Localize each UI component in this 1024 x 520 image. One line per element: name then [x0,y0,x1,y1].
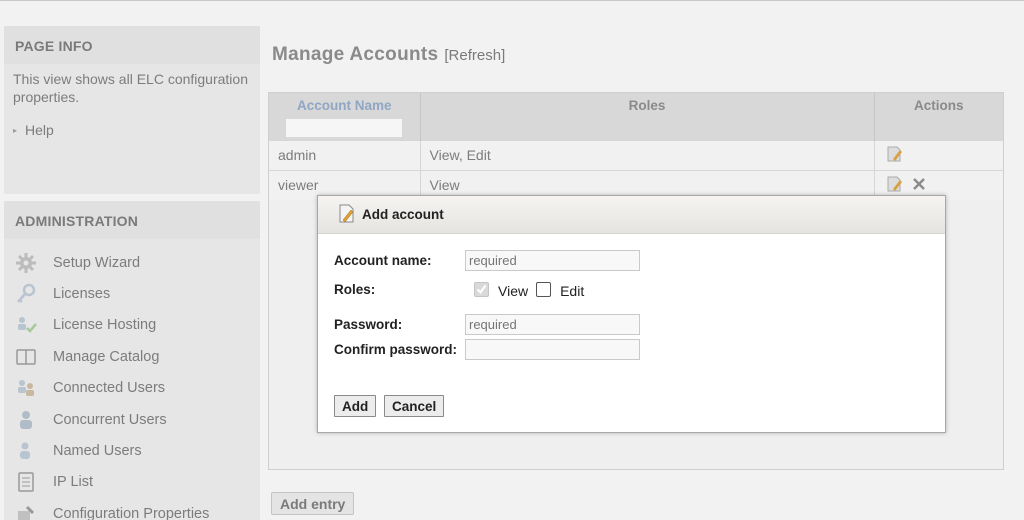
form-row-account-name: Account name: [334,250,640,271]
sidebar-item-manage-catalog[interactable]: Manage Catalog [4,341,260,372]
sidebar-item-label: Setup Wizard [53,254,141,271]
confirm-password-input[interactable] [465,339,640,360]
sidebar-item-label: Concurrent Users [53,411,167,428]
sidebar-item-setup-wizard[interactable]: Setup Wizard [4,247,260,278]
table-row: admin View, Edit [269,139,1003,170]
sidebar-item-label: Manage Catalog [53,348,160,365]
accounts-table: Account Name Roles Actions admin View, E… [269,93,1003,200]
edit-role-label: Edit [560,283,585,299]
key-icon [14,283,38,305]
main-header: Manage Accounts [Refresh] [268,26,1008,91]
dialog-header[interactable]: Add account [318,196,945,234]
cell-roles: View, Edit [420,139,875,170]
book-icon [14,346,38,368]
column-header-label: Account Name [296,98,392,113]
view-role-label: View [498,283,529,299]
named-user-icon [14,440,38,462]
roles-label: Roles: [334,281,376,297]
edit-icon[interactable] [885,174,905,197]
view-role-checkbox[interactable] [474,281,489,297]
add-button[interactable]: Add [334,395,377,417]
sidebar-item-label: Connected Users [53,380,166,397]
gear-icon [14,252,38,274]
main-content: Manage Accounts [Refresh] Account Name R… [268,26,1008,515]
config-icon [14,503,38,520]
admin-nav-list: Setup Wizard Licenses License Hosting Ma… [4,239,260,520]
add-account-icon [338,203,356,226]
sidebar-item-license-hosting[interactable]: License Hosting [4,310,260,341]
sidebar-item-ip-list[interactable]: IP List [4,467,260,498]
sidebar-item-concurrent-users[interactable]: Concurrent Users [4,404,260,435]
sidebar-item-connected-users[interactable]: Connected Users [4,373,260,404]
sidebar-item-label: Configuration Properties [53,505,210,520]
sidebar-item-label: License Hosting [53,317,157,334]
sidebar-item-named-users[interactable]: Named Users [4,435,260,466]
column-header-actions: Actions [874,93,1003,140]
cancel-button[interactable]: Cancel [384,395,445,417]
edit-role-checkbox[interactable] [536,281,552,297]
help-link[interactable]: ▸ Help [4,106,260,138]
cell-account-name: admin [269,139,421,170]
users-icon [14,377,38,399]
administration-panel: ADMINISTRATION Setup Wizard Licenses Lic… [4,201,260,520]
page-info-panel: PAGE INFO This view shows all ELC config… [4,26,260,194]
column-header-account-name[interactable]: Account Name [269,93,421,140]
account-name-label: Account name: [334,253,432,268]
confirm-password-label: Confirm password: [334,342,458,357]
cell-actions [874,139,1003,170]
form-row-roles: Roles: View Edit [334,281,592,299]
sidebar-item-configuration-properties[interactable]: Configuration Properties [4,498,260,520]
add-entry-button[interactable]: Add entry [271,492,355,515]
account-name-filter-input[interactable] [285,118,404,138]
page-title: Manage Accounts [272,44,439,65]
sidebar-item-licenses[interactable]: Licenses [4,278,260,309]
password-label: Password: [334,317,403,332]
column-header-roles: Roles [420,93,875,140]
sidebar-item-label: IP List [53,474,94,491]
help-label: Help [25,122,54,138]
form-row-confirm-password: Confirm password: [334,339,640,360]
sidebar-item-label: Named Users [53,443,142,460]
sidebar: PAGE INFO This view shows all ELC config… [4,26,260,520]
triangle-right-icon: ▸ [13,125,18,135]
delete-icon[interactable] [911,176,927,195]
concurrent-users-icon [14,409,38,431]
page-info-description: This view shows all ELC configuration pr… [13,71,248,105]
list-icon [14,471,38,493]
refresh-link[interactable]: [Refresh] [444,47,505,64]
sidebar-item-label: Licenses [53,286,111,303]
edit-icon[interactable] [885,144,905,167]
password-input[interactable] [465,314,640,335]
administration-title: ADMINISTRATION [4,201,260,239]
add-account-dialog: Add account Account name: Roles: View Ed… [317,195,946,433]
account-name-input[interactable] [465,250,640,271]
roles-checkbox-group: View Edit [474,281,592,299]
dialog-title: Add account [362,207,444,222]
form-row-password: Password: [334,314,640,335]
page-info-title: PAGE INFO [4,26,260,64]
table-header-row: Account Name Roles Actions [269,93,1003,140]
hosting-icon [14,314,38,336]
